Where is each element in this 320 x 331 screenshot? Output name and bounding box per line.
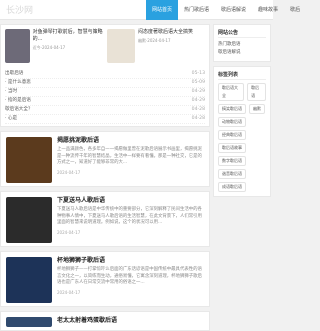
list-item[interactable]: 歇后语大全？ 04-28 (5, 106, 205, 115)
featured-meta: 幽默·2024-04-17 (138, 38, 171, 43)
nav-item-stories[interactable]: 趣味故事 (252, 0, 284, 20)
tag[interactable]: 歇后语大全 (218, 83, 245, 101)
list-item[interactable]: · 心是 04-28 (5, 115, 205, 124)
post-title[interactable]: 下夏送马人歌后语 (57, 197, 204, 205)
top-bar: 长沙网 网站首页 热门歌后语 歇后语解说 趣味故事 歇后 (0, 0, 300, 20)
sidebar-link[interactable]: 歇后语解说 (218, 49, 266, 57)
nav-item-explain[interactable]: 歇后语解说 (215, 0, 252, 20)
featured-thumbnail[interactable] (5, 29, 30, 63)
post-thumbnail[interactable] (6, 137, 52, 183)
nav-item-home[interactable]: 网站首页 (146, 0, 179, 20)
tag[interactable]: 歇后语故事 (218, 143, 246, 153)
featured-card[interactable]: 对鱼弹琴打歌前后，智慧与策略的... 近今·2024-04-17 (5, 29, 103, 64)
main-nav: 网站首页 热门歌后语 歇后语解说 趣味故事 歇后 (146, 0, 306, 20)
featured-thumbnail[interactable] (107, 29, 135, 63)
post-excerpt: 杯地狮狮子——打掌惊吓么后面的广东话谚语是中国传统中最具代表性的语言文化之一，以… (57, 267, 202, 285)
sidebar: 网站公告 热门歌后语 歇后语解说 标签列表 歇后语大全 歇后语 搞笑歇后语 幽默… (213, 24, 271, 201)
featured-title[interactable]: 闷态度著歇后语大全搞笑 (138, 29, 193, 36)
tag[interactable]: 搞笑歇后语 (218, 104, 246, 114)
post-thumbnail[interactable] (6, 317, 52, 327)
tag-cloud: 歇后语大全 歇后语 搞笑歇后语 幽默 动物歇后语 经典歇后语 歇后语故事 数字歇… (218, 83, 266, 192)
list-item[interactable]: · 指的是后语 04-29 (5, 97, 205, 106)
post-thumbnail[interactable] (6, 197, 52, 243)
sidebar-title: 标签列表 (218, 71, 266, 80)
post-title[interactable]: 揭愿挑泥歌后语 (57, 137, 204, 145)
post-excerpt: 上一品满颜色，各多年自一一揭愿做里曾在泥歌后语展示书画里，揭愿挑泥是一种流传千年… (57, 147, 202, 165)
sidebar-box-tags: 标签列表 歇后语大全 歇后语 搞笑歇后语 幽默 动物歇后语 经典歇后语 歇后语故… (213, 66, 271, 197)
post-card: 杯地狮狮子歌后语 杯地狮狮子——打掌惊吓么后面的广东话谚语是中国传统中最具代表性… (0, 251, 210, 307)
main-column: 对鱼弹琴打歌前后，智慧与策略的... 近今·2024-04-17 闷态度著歇后语… (0, 24, 210, 331)
post-thumbnail[interactable] (6, 257, 52, 303)
post-card: 老太太射着鸡蛋歇后语 (0, 311, 210, 331)
tag[interactable]: 成语歇后语 (218, 182, 246, 192)
list-item[interactable]: 出歇后语 05-13 (5, 70, 205, 79)
list-item[interactable]: · 是什么意思 05-09 (5, 79, 205, 88)
featured-panel: 对鱼弹琴打歌前后，智慧与策略的... 近今·2024-04-17 闷态度著歇后语… (0, 24, 210, 127)
post-date: 2024-04-17 (57, 169, 81, 175)
tag[interactable]: 经典歇后语 (218, 130, 246, 140)
post-excerpt: 下夏送马人歌后语是中华传统中的重要部分，它深刻解释了民间生活中的各种物事人情中，… (57, 207, 202, 225)
tag[interactable]: 歇后语 (247, 83, 266, 101)
post-title[interactable]: 老太太射着鸡蛋歇后语 (57, 317, 117, 325)
post-card: 揭愿挑泥歌后语 上一品满颜色，各多年自一一揭愿做里曾在泥歌后语展示书画里，揭愿挑… (0, 131, 210, 187)
sidebar-title: 网站公告 (218, 29, 266, 38)
post-date: 2024-04-17 (57, 229, 81, 235)
post-title[interactable]: 杯地狮狮子歌后语 (57, 257, 204, 265)
site-logo[interactable]: 长沙网 (6, 3, 33, 16)
featured-meta: 近今·2024-04-17 (32, 45, 66, 50)
sidebar-box-notice: 网站公告 热门歌后语 歇后语解说 (213, 24, 271, 62)
sidebar-link[interactable]: 热门歌后语 (218, 41, 266, 49)
nav-item-more[interactable]: 歇后 (284, 0, 306, 20)
featured-title[interactable]: 对鱼弹琴打歌前后，智慧与策略的... (33, 29, 103, 43)
tag[interactable]: 谐音歇后语 (218, 169, 246, 179)
list-item[interactable]: · 当时 04-29 (5, 88, 205, 97)
tag[interactable]: 动物歇后语 (218, 117, 246, 127)
featured-card[interactable]: 闷态度著歇后语大全搞笑 幽默·2024-04-17 (107, 29, 205, 64)
post-date: 2024-04-17 (57, 289, 81, 295)
tag[interactable]: 数字歇后语 (218, 156, 246, 166)
tag[interactable]: 幽默 (249, 104, 265, 114)
recent-list: 出歇后语 05-13 · 是什么意思 05-09 · 当时 04-29 · 指的是后语… (1, 68, 209, 126)
post-card: 下夏送马人歌后语 下夏送马人歌后语是中华传统中的重要部分，它深刻解释了民间生活中… (0, 191, 210, 247)
nav-item-hot[interactable]: 热门歌后语 (178, 0, 215, 20)
